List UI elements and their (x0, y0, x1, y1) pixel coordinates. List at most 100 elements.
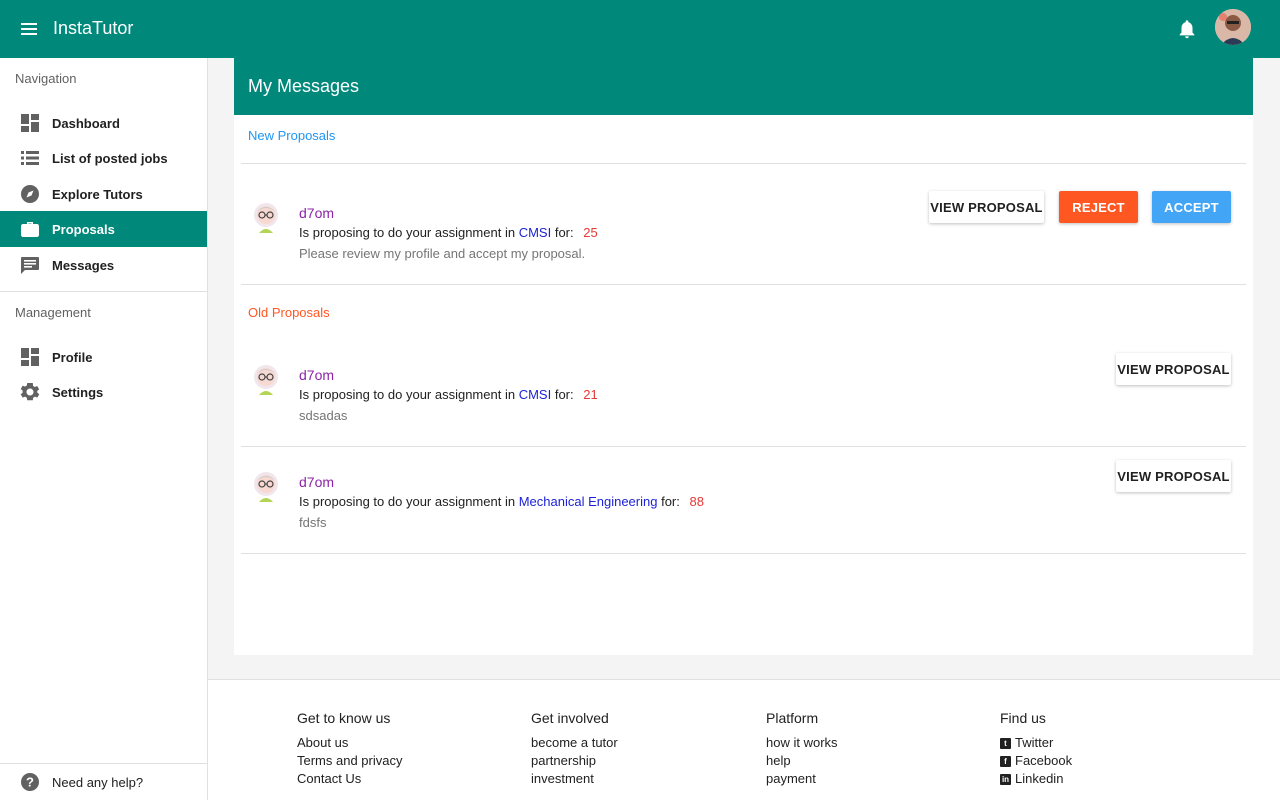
proposal-phrase: Is proposing to do your assignment in (299, 387, 516, 402)
menu-icon[interactable] (19, 19, 39, 39)
footer-link-about-us[interactable]: About us (297, 734, 402, 752)
footer: Get to know us About us Terms and privac… (208, 679, 1280, 800)
svg-text:?: ? (26, 775, 34, 790)
sidebar: Navigation Dashboard List of posted jobs… (0, 58, 208, 800)
reject-button[interactable]: REJECT (1059, 191, 1138, 223)
footer-link-help[interactable]: help (766, 752, 838, 770)
footer-link-label: Twitter (1015, 735, 1054, 750)
briefcase-icon (21, 222, 39, 237)
user-avatar[interactable] (1215, 9, 1251, 45)
footer-link-investment[interactable]: investment (531, 770, 618, 788)
sidebar-item-settings[interactable]: Settings (0, 374, 207, 410)
footer-link-become-tutor[interactable]: become a tutor (531, 734, 618, 752)
footer-link-twitter[interactable]: t Twitter (1000, 734, 1072, 752)
footer-link-linkedin[interactable]: in Linkedin (1000, 770, 1072, 788)
navigation-header: Navigation (15, 71, 77, 86)
price: 25 (583, 225, 598, 240)
sidebar-item-label: Messages (52, 258, 115, 273)
proposal-note: sdsadas (299, 408, 348, 423)
facebook-icon: f (1000, 755, 1011, 767)
proposal-note: fdsfs (299, 515, 327, 530)
sidebar-divider (0, 291, 207, 292)
proposal-text: Is proposing to do your assignment in CM… (299, 387, 598, 402)
help-label: Need any help? (52, 775, 144, 790)
messages-card: My Messages New Proposals d7om Is propos… (234, 58, 1253, 655)
tutor-avatar (254, 472, 278, 502)
price: 21 (583, 387, 598, 402)
old-proposals-label: Old Proposals (248, 305, 330, 320)
new-proposals-label: New Proposals (248, 128, 336, 143)
proposal-phrase: Is proposing to do your assignment in (299, 494, 516, 509)
sidebar-item-label: Settings (52, 385, 104, 400)
list-icon (21, 151, 39, 165)
tutor-name[interactable]: d7om (299, 205, 334, 221)
sidebar-item-dashboard[interactable]: Dashboard (0, 105, 207, 141)
footer-link-label: Linkedin (1015, 771, 1064, 786)
view-proposal-button[interactable]: VIEW PROPOSAL (1116, 460, 1231, 492)
sidebar-item-label: Explore Tutors (52, 187, 143, 202)
subject-link[interactable]: Mechanical Engineering (519, 494, 658, 509)
help-link[interactable]: ? Need any help? (0, 763, 207, 800)
tutor-name[interactable]: d7om (299, 474, 334, 490)
help-icon: ? (21, 773, 39, 791)
for-label: for: (554, 387, 574, 402)
footer-link-how-it-works[interactable]: how it works (766, 734, 838, 752)
footer-column-platform: Platform how it works help payment (766, 710, 838, 788)
accept-button[interactable]: ACCEPT (1152, 191, 1231, 223)
sidebar-item-label: Profile (52, 350, 93, 365)
proposal-note: Please review my profile and accept my p… (299, 246, 586, 261)
view-proposal-button[interactable]: VIEW PROPOSAL (929, 191, 1044, 223)
tutor-name[interactable]: d7om (299, 367, 334, 383)
twitter-icon: t (1000, 737, 1011, 749)
sidebar-item-explore-tutors[interactable]: Explore Tutors (0, 176, 207, 212)
message-icon (21, 257, 39, 274)
footer-column-title: Get involved (531, 710, 609, 726)
divider (241, 163, 1246, 164)
tutor-avatar (254, 365, 278, 395)
bell-icon[interactable] (1176, 18, 1198, 40)
footer-link-payment[interactable]: payment (766, 770, 838, 788)
tutor-avatar (254, 203, 278, 233)
proposal-text: Is proposing to do your assignment in CM… (299, 225, 598, 240)
gear-icon (20, 383, 40, 401)
sidebar-item-label: Dashboard (52, 116, 120, 131)
footer-column-title: Platform (766, 710, 819, 726)
view-proposal-button[interactable]: VIEW PROPOSAL (1116, 353, 1231, 385)
divider (241, 446, 1246, 447)
sidebar-item-proposals[interactable]: Proposals (0, 211, 207, 247)
page-title: My Messages (248, 76, 360, 96)
for-label: for: (554, 225, 574, 240)
divider (241, 284, 1246, 285)
proposal-item: d7om Is proposing to do your assignment … (234, 460, 1253, 560)
dashboard-icon (21, 348, 39, 366)
sidebar-item-messages[interactable]: Messages (0, 247, 207, 283)
footer-column-about: Get to know us About us Terms and privac… (297, 710, 402, 788)
sidebar-item-posted-jobs[interactable]: List of posted jobs (0, 140, 207, 176)
footer-link-facebook[interactable]: f Facebook (1000, 752, 1072, 770)
sidebar-item-label: Proposals (52, 222, 115, 237)
subject-link[interactable]: CMSI (519, 225, 552, 240)
footer-link-contact[interactable]: Contact Us (297, 770, 402, 788)
for-label: for: (661, 494, 680, 509)
proposal-phrase: Is proposing to do your assignment in (299, 225, 516, 240)
footer-link-partnership[interactable]: partnership (531, 752, 618, 770)
app-bar: InstaTutor (0, 0, 1280, 58)
dashboard-icon (21, 114, 39, 132)
footer-column-title: Find us (1000, 710, 1046, 726)
proposal-text: Is proposing to do your assignment in Me… (299, 494, 704, 509)
divider (241, 553, 1246, 554)
proposal-item: d7om Is proposing to do your assignment … (234, 353, 1253, 453)
sidebar-item-profile[interactable]: Profile (0, 339, 207, 375)
price: 88 (689, 494, 704, 509)
proposal-item: d7om Is proposing to do your assignment … (234, 191, 1253, 291)
footer-column-find-us: Find us t Twitter f Facebook in Linkedin (1000, 710, 1072, 788)
footer-link-terms[interactable]: Terms and privacy (297, 752, 402, 770)
sidebar-item-label: List of posted jobs (52, 151, 168, 166)
footer-column-title: Get to know us (297, 710, 391, 726)
card-header: My Messages (234, 58, 1253, 115)
compass-icon (21, 185, 39, 203)
linkedin-icon: in (1000, 773, 1011, 785)
footer-link-label: Facebook (1015, 753, 1073, 768)
subject-link[interactable]: CMSI (519, 387, 552, 402)
app-title[interactable]: InstaTutor (53, 18, 133, 39)
